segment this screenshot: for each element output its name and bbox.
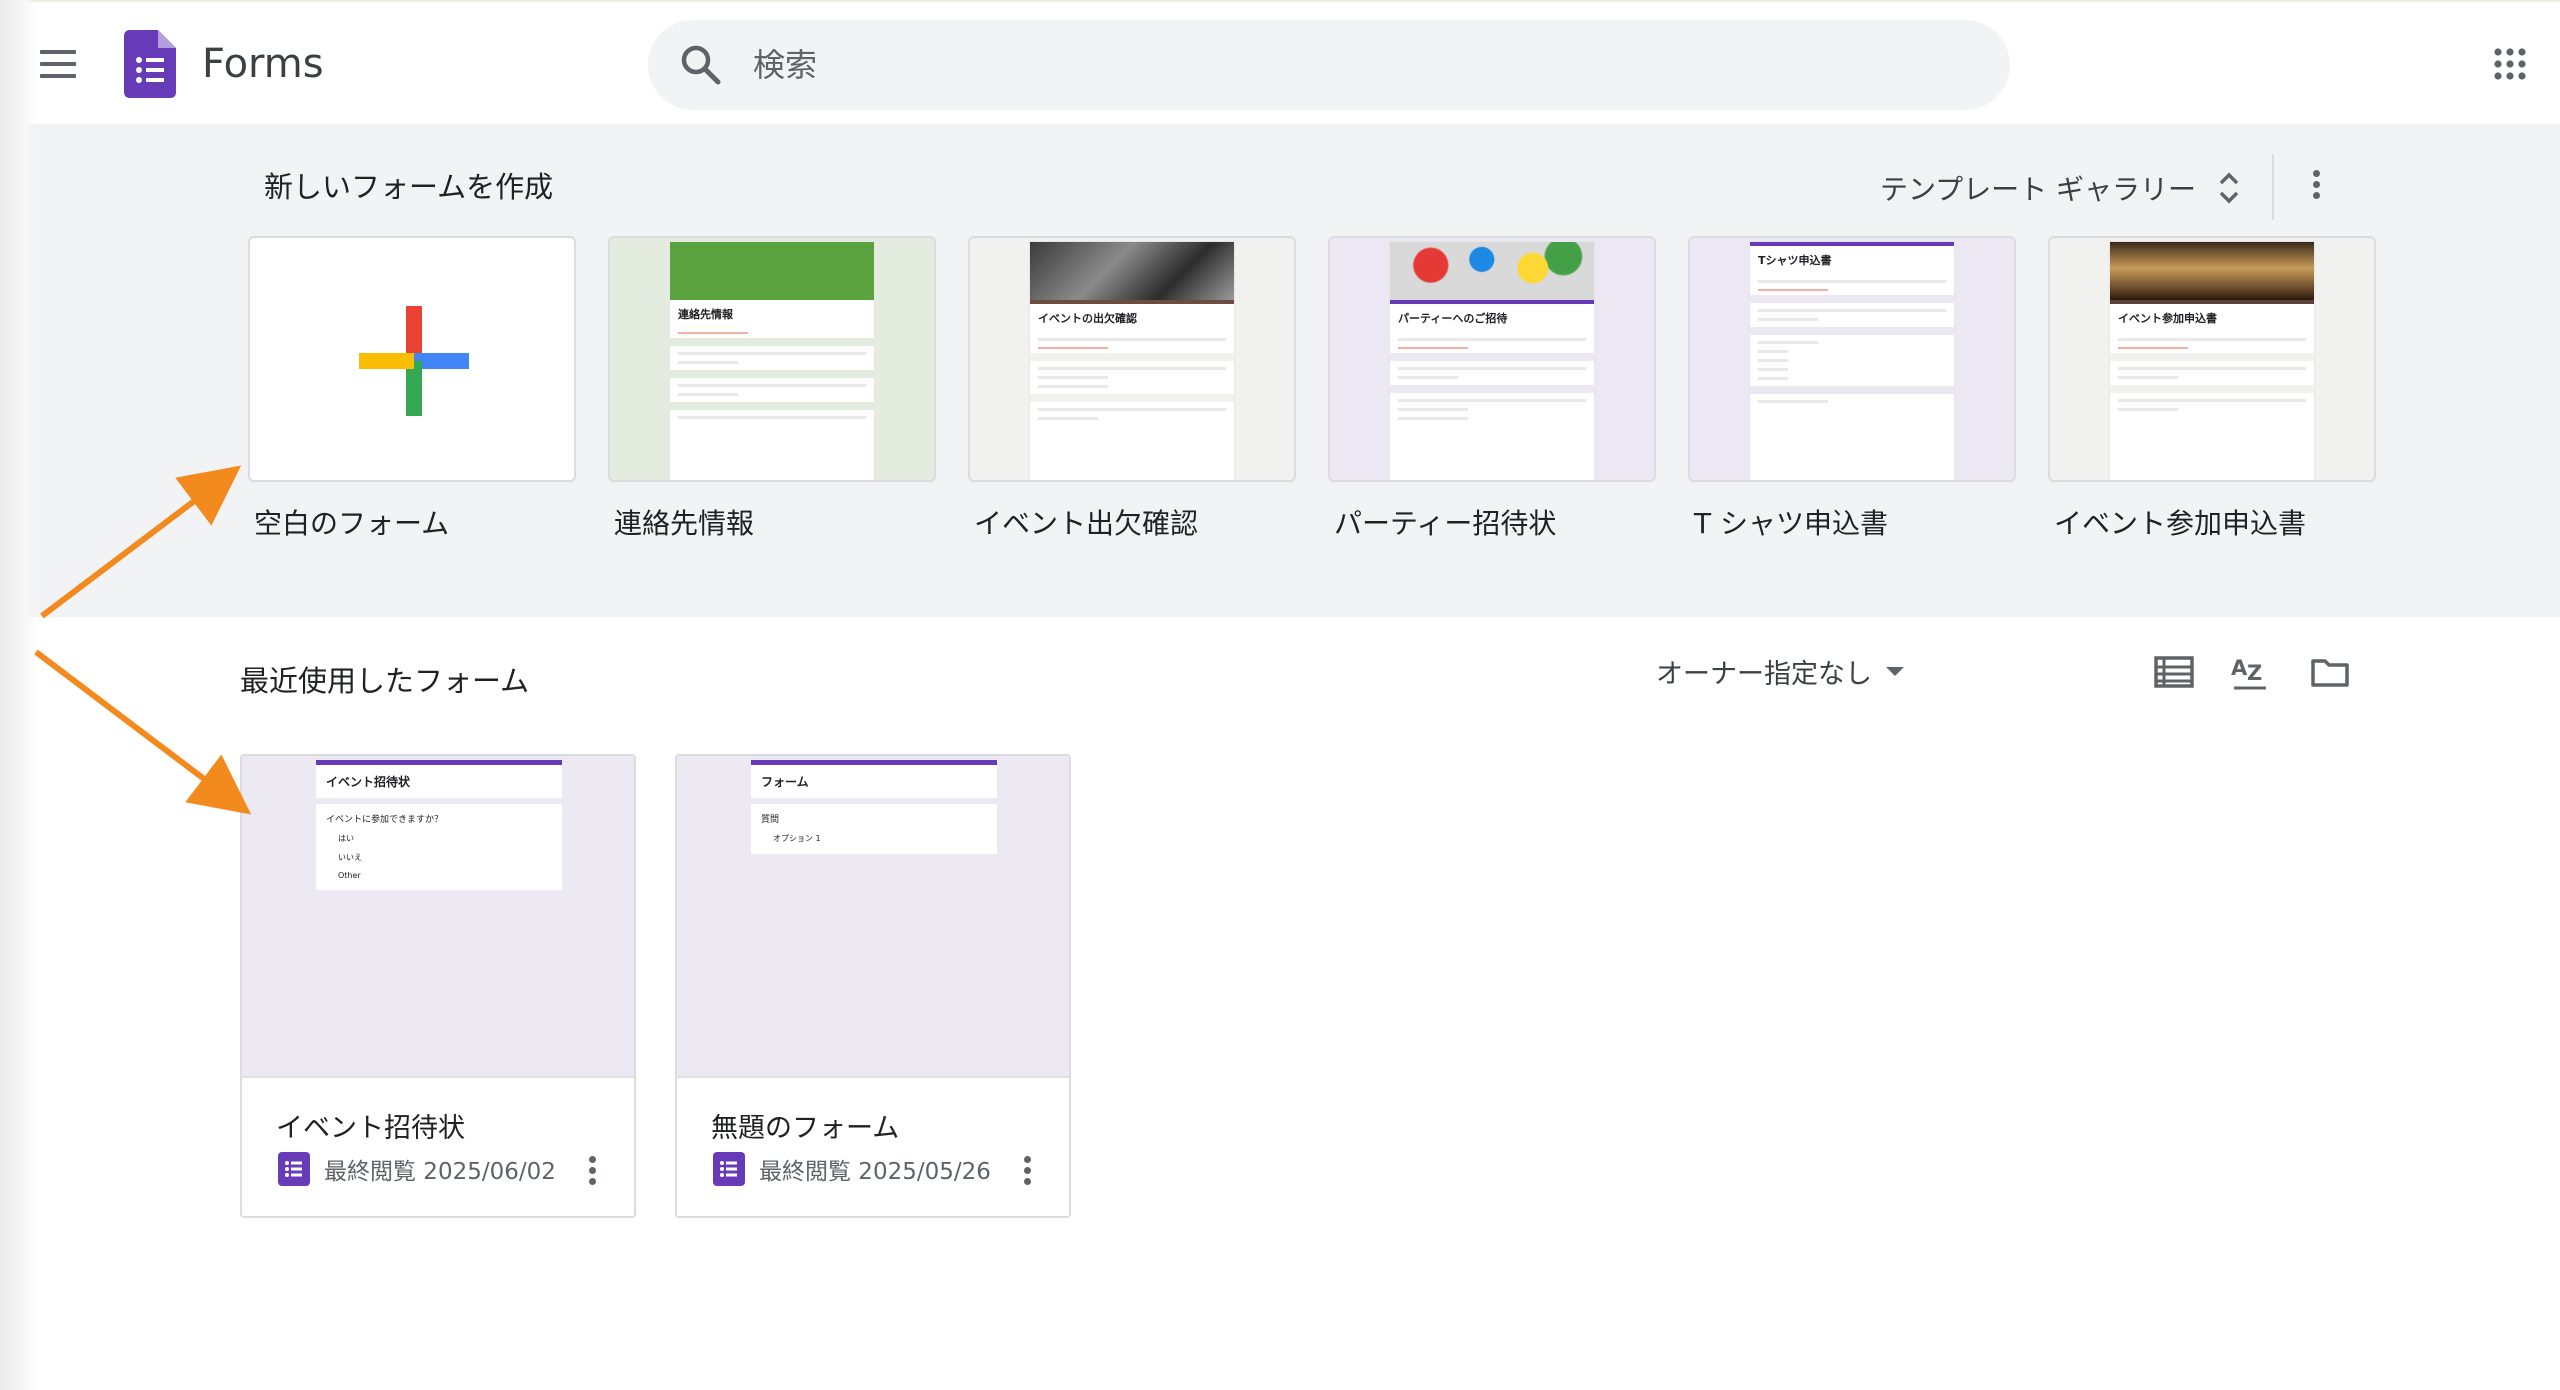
- forms-file-icon: [278, 1152, 310, 1186]
- main-menu-icon[interactable]: [40, 50, 76, 78]
- preview-option: はい: [338, 834, 354, 843]
- top-app-bar: Forms: [0, 0, 2560, 124]
- template-event-rsvp[interactable]: イベントの出欠確認 イベント出欠確認: [968, 236, 1296, 542]
- template-label: パーティー招待状: [1334, 507, 1557, 540]
- preview-title: Tシャツ申込書: [1758, 254, 1832, 267]
- preview-title: イベントの出欠確認: [1038, 312, 1137, 325]
- search-bar[interactable]: [648, 20, 2010, 110]
- template-thumbnail[interactable]: 連絡先情報: [608, 236, 936, 482]
- form-title: イベント招待状: [276, 1113, 465, 1144]
- form-thumbnail[interactable]: フォーム 質問 オプション 1: [677, 756, 1069, 1078]
- template-preview: イベント参加申込書: [2110, 242, 2314, 480]
- svg-text:Z: Z: [2247, 661, 2262, 685]
- preview-question: 質問: [761, 815, 780, 825]
- preview-title: フォーム: [761, 775, 809, 789]
- unfold-icon: [2219, 172, 2239, 204]
- template-label: 連絡先情報: [614, 507, 755, 540]
- search-input[interactable]: [753, 40, 1953, 90]
- list-view-icon[interactable]: [2154, 652, 2194, 692]
- owner-filter-dropdown[interactable]: オーナー指定なし: [1656, 652, 1904, 691]
- last-opened-date: 最終閲覧 2025/05/26: [759, 1159, 991, 1185]
- template-section-heading: 新しいフォームを作成: [264, 170, 554, 204]
- template-thumbnail[interactable]: イベントの出欠確認: [968, 236, 1296, 482]
- last-opened-date: 最終閲覧 2025/06/02: [324, 1159, 556, 1185]
- template-blank[interactable]: 空白のフォーム: [248, 236, 576, 542]
- recent-form-card[interactable]: イベント招待状 イベントに参加できますか？ はい いいえ Other イベント招…: [240, 754, 636, 1218]
- template-more-icon[interactable]: [2306, 166, 2326, 206]
- search-icon[interactable]: [678, 42, 724, 88]
- template-preview: イベントの出欠確認: [1030, 242, 1234, 480]
- template-section: 新しいフォームを作成 テンプレート ギャラリー 空白のフォーム 連絡先情報 連絡…: [0, 124, 2560, 617]
- template-preview: 連絡先情報: [670, 242, 874, 480]
- forms-file-icon: [713, 1152, 745, 1186]
- card-more-icon[interactable]: [582, 1152, 602, 1192]
- left-edge-shade: [0, 0, 36, 1390]
- template-event-registration[interactable]: イベント参加申込書 イベント参加申込書: [2048, 236, 2376, 542]
- plus-icon: [359, 306, 469, 416]
- template-label: 空白のフォーム: [254, 507, 450, 540]
- app-title[interactable]: Forms: [202, 40, 324, 88]
- card-more-icon[interactable]: [1017, 1152, 1037, 1192]
- template-label: イベント出欠確認: [974, 507, 1199, 540]
- template-thumbnail[interactable]: Tシャツ申込書: [1688, 236, 2016, 482]
- template-preview: パーティーへのご招待: [1390, 242, 1594, 480]
- template-contact-info[interactable]: 連絡先情報 連絡先情報: [608, 236, 936, 542]
- preview-title: 連絡先情報: [678, 308, 733, 321]
- recent-form-card[interactable]: フォーム 質問 オプション 1 無題のフォーム 最終閲覧 2025/05/26: [675, 754, 1071, 1218]
- preview-title: イベント招待状: [326, 775, 411, 789]
- preview-question: イベントに参加できますか？: [326, 815, 444, 825]
- template-gallery-label: テンプレート ギャラリー: [1880, 173, 2197, 206]
- template-label: T シャツ申込書: [1694, 507, 1889, 540]
- recent-forms-heading: 最近使用したフォーム: [240, 664, 530, 698]
- forms-logo-icon[interactable]: [124, 30, 176, 98]
- preview-title: イベント参加申込書: [2118, 312, 2217, 325]
- template-thumbnail[interactable]: パーティーへのご招待: [1328, 236, 1656, 482]
- template-gallery-button[interactable]: テンプレート ギャラリー: [1880, 160, 2240, 216]
- template-label: イベント参加申込書: [2054, 507, 2307, 540]
- preview-option: いいえ: [338, 853, 362, 862]
- preview-option: Other: [338, 871, 361, 880]
- form-thumbnail[interactable]: イベント招待状 イベントに参加できますか？ はい いいえ Other: [242, 756, 634, 1078]
- svg-text:A: A: [2231, 656, 2248, 680]
- divider: [2272, 154, 2274, 220]
- template-party-invite[interactable]: パーティーへのご招待 パーティー招待状: [1328, 236, 1656, 542]
- form-preview: イベント招待状 イベントに参加できますか？ はい いいえ Other: [316, 760, 562, 890]
- preview-option: オプション 1: [773, 834, 821, 843]
- google-apps-icon[interactable]: [2494, 48, 2526, 80]
- template-tshirt-order[interactable]: Tシャツ申込書 T シャツ申込書: [1688, 236, 2016, 542]
- sort-az-icon[interactable]: A Z: [2230, 652, 2270, 692]
- form-title: 無題のフォーム: [711, 1113, 900, 1144]
- form-preview: フォーム 質問 オプション 1: [751, 760, 997, 854]
- template-thumbnail[interactable]: [248, 236, 576, 482]
- template-thumbnail[interactable]: イベント参加申込書: [2048, 236, 2376, 482]
- dropdown-arrow-icon: [1886, 667, 1904, 676]
- folder-icon[interactable]: [2310, 652, 2350, 692]
- preview-title: パーティーへのご招待: [1398, 312, 1508, 325]
- owner-filter-label: オーナー指定なし: [1656, 659, 1872, 690]
- template-preview: Tシャツ申込書: [1750, 242, 1954, 480]
